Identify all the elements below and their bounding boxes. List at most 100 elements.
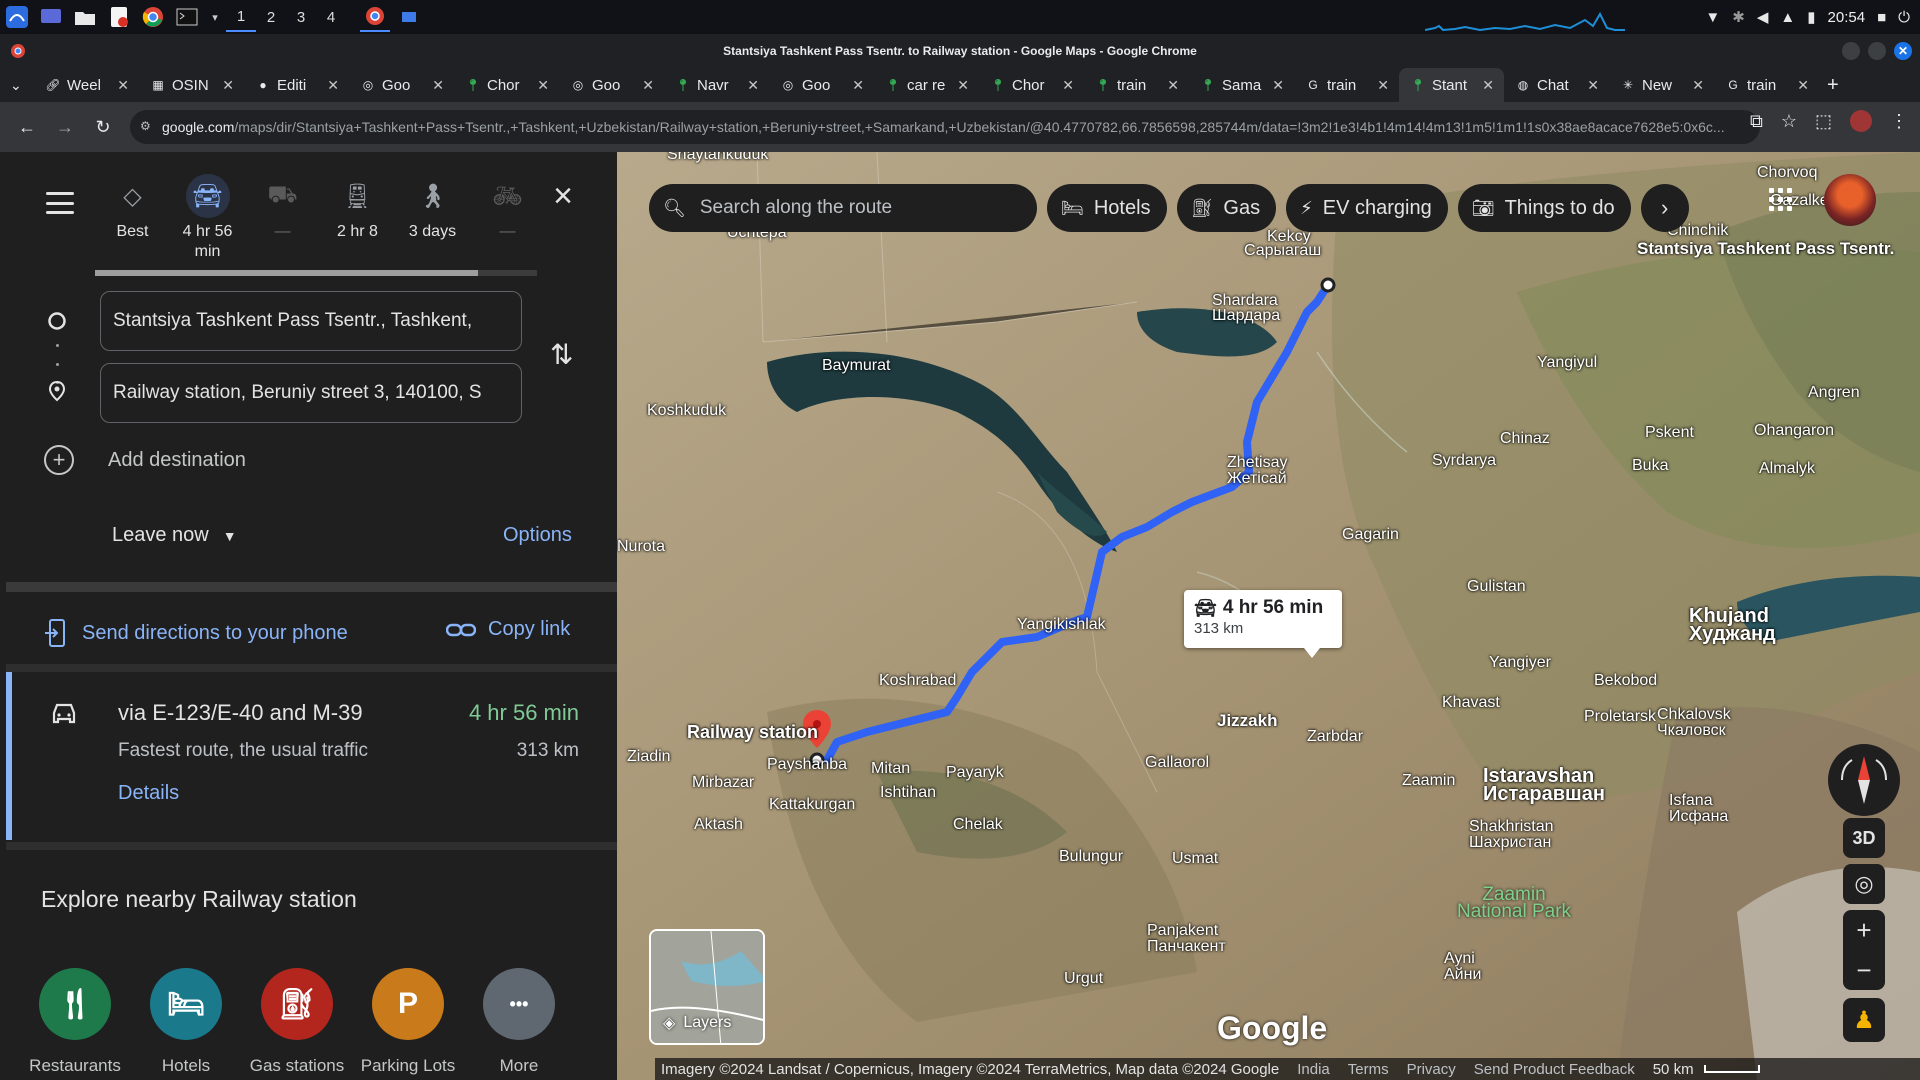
explore-restaurant[interactable]: 🍴︎ Restaurants	[29, 968, 121, 1076]
copy-link-button[interactable]: Copy link	[446, 618, 570, 641]
chip-gas[interactable]: ⛽︎ Gas	[1176, 184, 1277, 232]
place-label[interactable]: Kattakurgan	[769, 796, 855, 813]
footer-link-feedback[interactable]: Send Product Feedback	[1474, 1061, 1635, 1078]
tab[interactable]: Gtrain ✕	[1294, 68, 1399, 102]
travel-mode-motorcycle[interactable]: ⛟ —	[245, 174, 320, 262]
place-label[interactable]: Айни	[1444, 966, 1481, 983]
place-label[interactable]: Yangiyul	[1537, 354, 1597, 371]
place-label[interactable]: Шардара	[1212, 307, 1280, 324]
place-label[interactable]: Панчакент	[1147, 938, 1226, 955]
site-settings-icon[interactable]: ⚙	[140, 119, 151, 133]
tab-close-icon[interactable]: ✕	[1482, 77, 1494, 94]
app-menu-icon[interactable]	[2, 2, 32, 32]
explore-more[interactable]: ••• More	[474, 968, 564, 1076]
chrome-icon[interactable]	[138, 2, 168, 32]
account-avatar[interactable]	[1824, 174, 1876, 226]
chip-things-to-do[interactable]: 📷︎ Things to do	[1457, 184, 1631, 232]
travel-mode-walk[interactable]: 🚶︎ 3 days	[395, 174, 470, 262]
place-label[interactable]: Shakhristan	[1469, 818, 1554, 835]
explore-gas-station[interactable]: ⛽︎ Gas stations	[250, 968, 344, 1076]
chevron-down-icon[interactable]: ▾	[206, 2, 224, 32]
route-time-callout[interactable]: 🚘︎ 4 hr 56 min 313 km	[1184, 590, 1342, 658]
menu-icon[interactable]	[46, 192, 74, 214]
route-option[interactable]: via E-123/E-40 and M-39 4 hr 56 min Fast…	[6, 672, 617, 840]
tab-close-icon[interactable]: ✕	[1587, 77, 1599, 94]
my-location-icon[interactable]: ◎	[1843, 864, 1885, 904]
place-label[interactable]: Payaryk	[946, 764, 1004, 781]
destination-input[interactable]: Railway station, Beruniy street 3, 14010…	[100, 363, 522, 423]
terminal-icon[interactable]	[172, 2, 202, 32]
lock-icon[interactable]: ■	[1877, 9, 1886, 26]
place-label[interactable]: Payshanba	[767, 756, 847, 773]
tab[interactable]: ◎ Goo ✕	[349, 68, 454, 102]
pdf-viewer-icon[interactable]	[104, 2, 134, 32]
desktop-icon[interactable]	[36, 2, 66, 32]
wifi-icon[interactable]: ▼	[1705, 9, 1720, 26]
place-label[interactable]: Syrdarya	[1432, 452, 1496, 469]
new-tab-icon[interactable]: +	[1827, 74, 1839, 97]
3d-toggle-button[interactable]: 3D	[1843, 818, 1885, 858]
zoom-in-icon[interactable]: +	[1856, 915, 1871, 946]
options-button[interactable]: Options	[503, 524, 572, 547]
tab-search-icon[interactable]: ⌄	[10, 77, 34, 94]
place-label[interactable]: Исфана	[1669, 808, 1728, 825]
place-label[interactable]: Pskent	[1645, 424, 1694, 441]
tab[interactable]: 📍︎ Chor ✕	[454, 68, 559, 102]
chip-ev-charging[interactable]: ⚡︎ EV charging	[1286, 184, 1448, 232]
tab-close-icon[interactable]: ✕	[747, 77, 759, 94]
place-label[interactable]: Aktash	[694, 816, 743, 833]
tab[interactable]: ● Editi ✕	[244, 68, 349, 102]
tab-close-icon[interactable]: ✕	[852, 77, 864, 94]
reload-icon[interactable]: ↻	[86, 110, 120, 144]
tab[interactable]: 📍︎ train ✕	[1084, 68, 1189, 102]
place-label[interactable]: Yangikishlak	[1017, 616, 1106, 633]
place-label[interactable]: Шахристан	[1469, 834, 1551, 851]
back-icon[interactable]: ←	[10, 110, 44, 144]
tab-close-icon[interactable]: ✕	[327, 77, 339, 94]
tab[interactable]: 📍︎ Sama ✕	[1189, 68, 1294, 102]
place-label[interactable]: Ohangaron	[1754, 422, 1834, 439]
place-label[interactable]: Bekobod	[1594, 672, 1657, 689]
place-label[interactable]: Khavast	[1442, 694, 1500, 711]
footer-link-india[interactable]: India	[1297, 1061, 1330, 1078]
tab[interactable]: 📍︎ Chor ✕	[979, 68, 1084, 102]
address-bar[interactable]: ⚙ google.com/maps/dir/Stantsiya+Tashkent…	[130, 110, 1760, 144]
compass-button[interactable]	[1828, 744, 1900, 816]
tab[interactable]: 📍︎ car re ✕	[874, 68, 979, 102]
origin-label[interactable]: Stantsiya Tashkent Pass Tsentr.	[1637, 240, 1894, 257]
scale-label[interactable]: 50 km	[1653, 1061, 1694, 1078]
tab[interactable]: 📍︎ Navr ✕	[664, 68, 769, 102]
send-to-phone-button[interactable]: Send directions to your phone	[44, 618, 348, 648]
tab-close-icon[interactable]: ✕	[1797, 77, 1809, 94]
tab-close-icon[interactable]: ✕	[1692, 77, 1704, 94]
tab[interactable]: ◎ Goo ✕	[559, 68, 664, 102]
street-view-pegman-icon[interactable]: ♟	[1843, 998, 1885, 1042]
footer-link-privacy[interactable]: Privacy	[1407, 1061, 1456, 1078]
workspace-1[interactable]: 1	[226, 2, 256, 32]
place-label[interactable]: Gulistan	[1467, 578, 1526, 595]
tab-close-icon[interactable]: ✕	[957, 77, 969, 94]
place-label[interactable]: Gagarin	[1342, 526, 1399, 543]
chip-hotels[interactable]: 🛏︎ Hotels	[1047, 184, 1167, 232]
tab[interactable]: Gtrain ✕	[1714, 68, 1819, 102]
chips-next-icon[interactable]: ›	[1640, 184, 1689, 232]
tab-close-icon[interactable]: ✕	[1167, 77, 1179, 94]
place-label[interactable]: Yangiyer	[1489, 654, 1551, 671]
mode-scroll-thumb[interactable]	[95, 270, 478, 276]
workspace-4[interactable]: 4	[316, 2, 346, 32]
tab-close-icon[interactable]: ✕	[432, 77, 444, 94]
place-label[interactable]: Angren	[1808, 384, 1860, 401]
tab[interactable]: ◎ Goo ✕	[769, 68, 874, 102]
search-along-route-input[interactable]: 🔍︎ Search along the route	[649, 184, 1037, 232]
place-label[interactable]: Baymurat	[822, 357, 890, 374]
place-label[interactable]: Сарыагаш	[1244, 242, 1321, 259]
place-label[interactable]: Chinaz	[1500, 430, 1550, 447]
task-window-icon[interactable]	[394, 2, 424, 32]
power-icon[interactable]: ⏻	[1898, 9, 1910, 26]
tab-close-icon[interactable]: ✕	[117, 77, 129, 94]
travel-mode-best-route[interactable]: ◇ Best	[95, 174, 170, 262]
zoom-out-icon[interactable]: −	[1856, 955, 1871, 986]
place-label[interactable]: Mirbazar	[692, 774, 754, 791]
place-label[interactable]: Koshkuduk	[647, 402, 726, 419]
tab[interactable]: 🔗︎ Weel ✕	[34, 68, 139, 102]
